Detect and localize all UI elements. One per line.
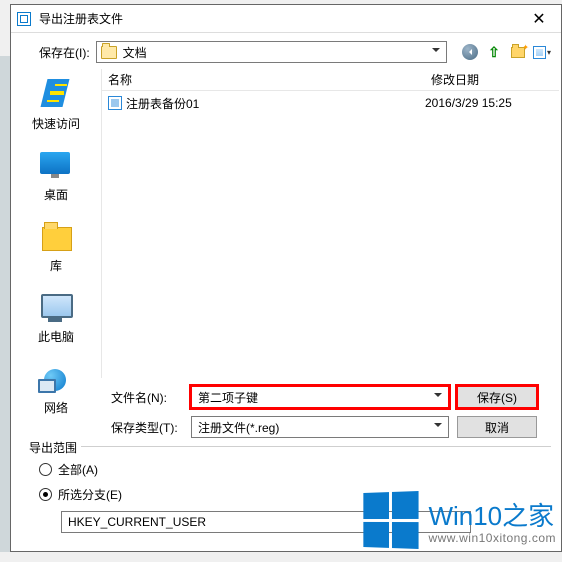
chevron-down-icon: ▾	[547, 48, 551, 57]
filename-label: 文件名(N):	[111, 389, 183, 406]
nav-up-button[interactable]: ⇧	[485, 43, 503, 61]
main-area: 快速访问 桌面 库 此电脑 网络 名称 修改日期	[11, 69, 561, 378]
file-name: 注册表备份01	[126, 95, 199, 112]
up-level-icon: ⇧	[488, 44, 500, 61]
view-icon	[533, 46, 546, 59]
filename-value: 第二项子键	[198, 389, 258, 406]
watermark-url: www.win10xitong.com	[428, 531, 556, 545]
windows-logo-icon	[364, 491, 419, 549]
quick-access-icon	[38, 79, 74, 111]
back-icon	[462, 44, 478, 60]
save-in-value: 文档	[123, 44, 147, 61]
network-icon	[38, 363, 74, 395]
filetype-combo[interactable]: 注册文件(*.reg)	[191, 416, 449, 438]
file-date: 2016/3/29 15:25	[425, 96, 553, 110]
file-list[interactable]: 注册表备份01 2016/3/29 15:25	[102, 91, 559, 378]
sidebar-item-label: 库	[50, 257, 62, 274]
sidebar-item-this-pc[interactable]: 此电脑	[16, 292, 96, 345]
cancel-button-label: 取消	[485, 419, 509, 436]
nav-new-folder-button[interactable]	[509, 43, 527, 61]
watermark-zh: 之家	[502, 496, 554, 533]
regfile-icon	[108, 96, 122, 110]
column-header-date[interactable]: 修改日期	[431, 71, 559, 88]
sidebar-item-label: 快速访问	[32, 115, 80, 132]
dialog-title: 导出注册表文件	[39, 10, 517, 27]
list-item[interactable]: 注册表备份01 2016/3/29 15:25	[102, 93, 559, 113]
save-in-row: 保存在(I): 文档 ⇧ ▾	[11, 33, 561, 69]
save-button[interactable]: 保存(S)	[457, 386, 537, 408]
cancel-button[interactable]: 取消	[457, 416, 537, 438]
export-registry-dialog: 导出注册表文件 ✕ 保存在(I): 文档 ⇧ ▾ 快速访问 桌面	[10, 4, 562, 552]
save-in-label: 保存在(I):	[39, 44, 90, 61]
radio-branch-label: 所选分支(E)	[58, 486, 122, 503]
filename-input[interactable]: 第二项子键	[191, 386, 449, 408]
nav-view-button[interactable]: ▾	[533, 43, 551, 61]
titlebar: 导出注册表文件 ✕	[11, 5, 561, 33]
sidebar-item-label: 桌面	[44, 186, 68, 203]
column-header-name[interactable]: 名称	[102, 71, 431, 88]
file-list-area: 名称 修改日期 注册表备份01 2016/3/29 15:25	[101, 69, 561, 378]
column-headers: 名称 修改日期	[102, 69, 559, 91]
radio-all-label: 全部(A)	[58, 461, 98, 478]
watermark-brand: Win10	[428, 501, 502, 532]
libraries-icon	[38, 221, 74, 253]
filetype-label: 保存类型(T):	[111, 419, 183, 436]
export-scope-title: 导出范围	[25, 439, 81, 456]
sidebar-item-quick-access[interactable]: 快速访问	[16, 79, 96, 132]
places-sidebar: 快速访问 桌面 库 此电脑 网络	[11, 69, 101, 378]
watermark: Win10 之家 www.win10xitong.com	[362, 492, 556, 548]
this-pc-icon	[38, 292, 74, 324]
close-icon: ✕	[532, 9, 545, 29]
radio-icon	[39, 488, 52, 501]
save-in-combo[interactable]: 文档	[96, 41, 447, 63]
radio-icon	[39, 463, 52, 476]
regedit-icon	[15, 10, 33, 28]
filetype-value: 注册文件(*.reg)	[198, 419, 279, 436]
nav-back-button[interactable]	[461, 43, 479, 61]
sidebar-item-desktop[interactable]: 桌面	[16, 150, 96, 203]
new-folder-icon	[511, 47, 525, 58]
radio-all[interactable]: 全部(A)	[39, 461, 541, 478]
sidebar-item-libraries[interactable]: 库	[16, 221, 96, 274]
branch-path-value: HKEY_CURRENT_USER	[68, 515, 206, 529]
sidebar-item-label: 此电脑	[38, 328, 74, 345]
save-button-label: 保存(S)	[477, 389, 517, 406]
save-fields: 文件名(N): 第二项子键 保存(S) 保存类型(T): 注册文件(*.reg)…	[11, 378, 561, 444]
desktop-icon	[38, 150, 74, 182]
folder-icon	[101, 46, 117, 59]
close-button[interactable]: ✕	[517, 5, 561, 33]
